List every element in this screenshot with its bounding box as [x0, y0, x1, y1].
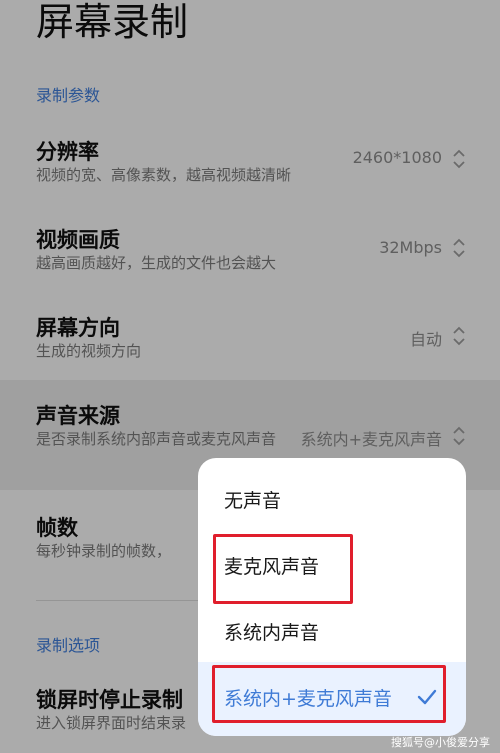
option-label: 无声音 [224, 490, 282, 512]
option-label: 系统内声音 [224, 622, 320, 644]
screen-recording-settings: 屏幕录制 录制参数 分辨率 视频的宽、高像素数，越高视频越清晰 2460*108… [0, 0, 500, 753]
annotation-highlight-box [213, 534, 353, 604]
watermark-text: 搜狐号@小俊爱分享 [391, 736, 490, 749]
sound-option-system[interactable]: 系统内声音 [198, 598, 466, 664]
sound-option-none[interactable]: 无声音 [198, 466, 466, 532]
annotation-highlight-box [212, 665, 446, 723]
